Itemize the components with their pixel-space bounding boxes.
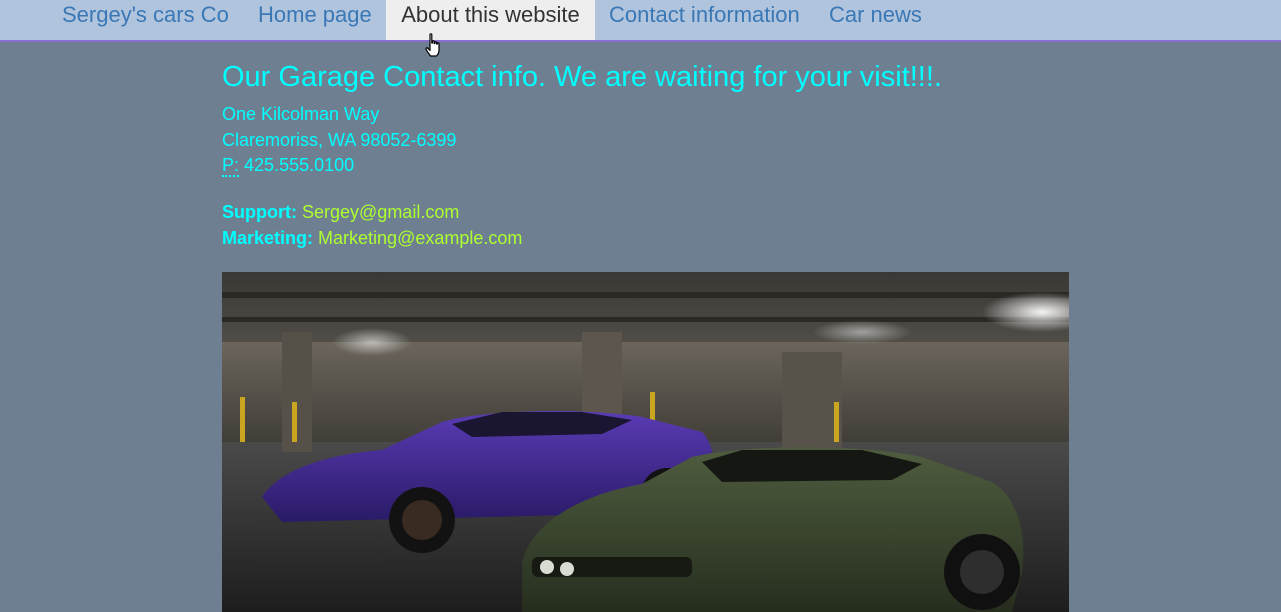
nav-about-link[interactable]: About this website	[386, 0, 595, 40]
marketing-email-link[interactable]: Marketing@example.com	[318, 228, 522, 248]
phone-abbreviation: P:	[222, 155, 240, 177]
nav-car-news-link[interactable]: Car news	[829, 0, 922, 40]
nav-contact-link[interactable]: Contact information	[609, 0, 800, 40]
contact-section: Our Garage Contact info. We are waiting …	[222, 58, 1069, 251]
page-title: Our Garage Contact info. We are waiting …	[222, 61, 942, 93]
marketing-contact: Marketing: Marketing@example.com	[222, 225, 1069, 251]
marketing-label: Marketing:	[222, 227, 314, 248]
address-block: One Kilcolman Way Claremoriss, WA 98052-…	[222, 102, 1069, 179]
garage-cars-photo	[222, 272, 1069, 612]
hand-pointer-icon	[425, 33, 440, 57]
address-phone-line: P: 425.555.0100	[222, 153, 1069, 179]
nav-home-link[interactable]: Home page	[258, 0, 372, 40]
address-street: One Kilcolman Way	[222, 104, 380, 124]
support-label: Support:	[222, 201, 297, 222]
top-navbar: Sergey's cars Co Home page About this we…	[0, 0, 1281, 42]
address-city: Claremoriss, WA 98052-6399	[222, 129, 457, 150]
support-contact: Support: Sergey@gmail.com	[222, 199, 1069, 225]
brand-link[interactable]: Sergey's cars Co	[62, 0, 229, 40]
support-email-link[interactable]: Sergey@gmail.com	[302, 202, 459, 222]
cars-illustration	[222, 272, 1069, 612]
phone-number: 425.555.0100	[244, 155, 355, 175]
email-block: Support: Sergey@gmail.com Marketing: Mar…	[222, 199, 1069, 251]
